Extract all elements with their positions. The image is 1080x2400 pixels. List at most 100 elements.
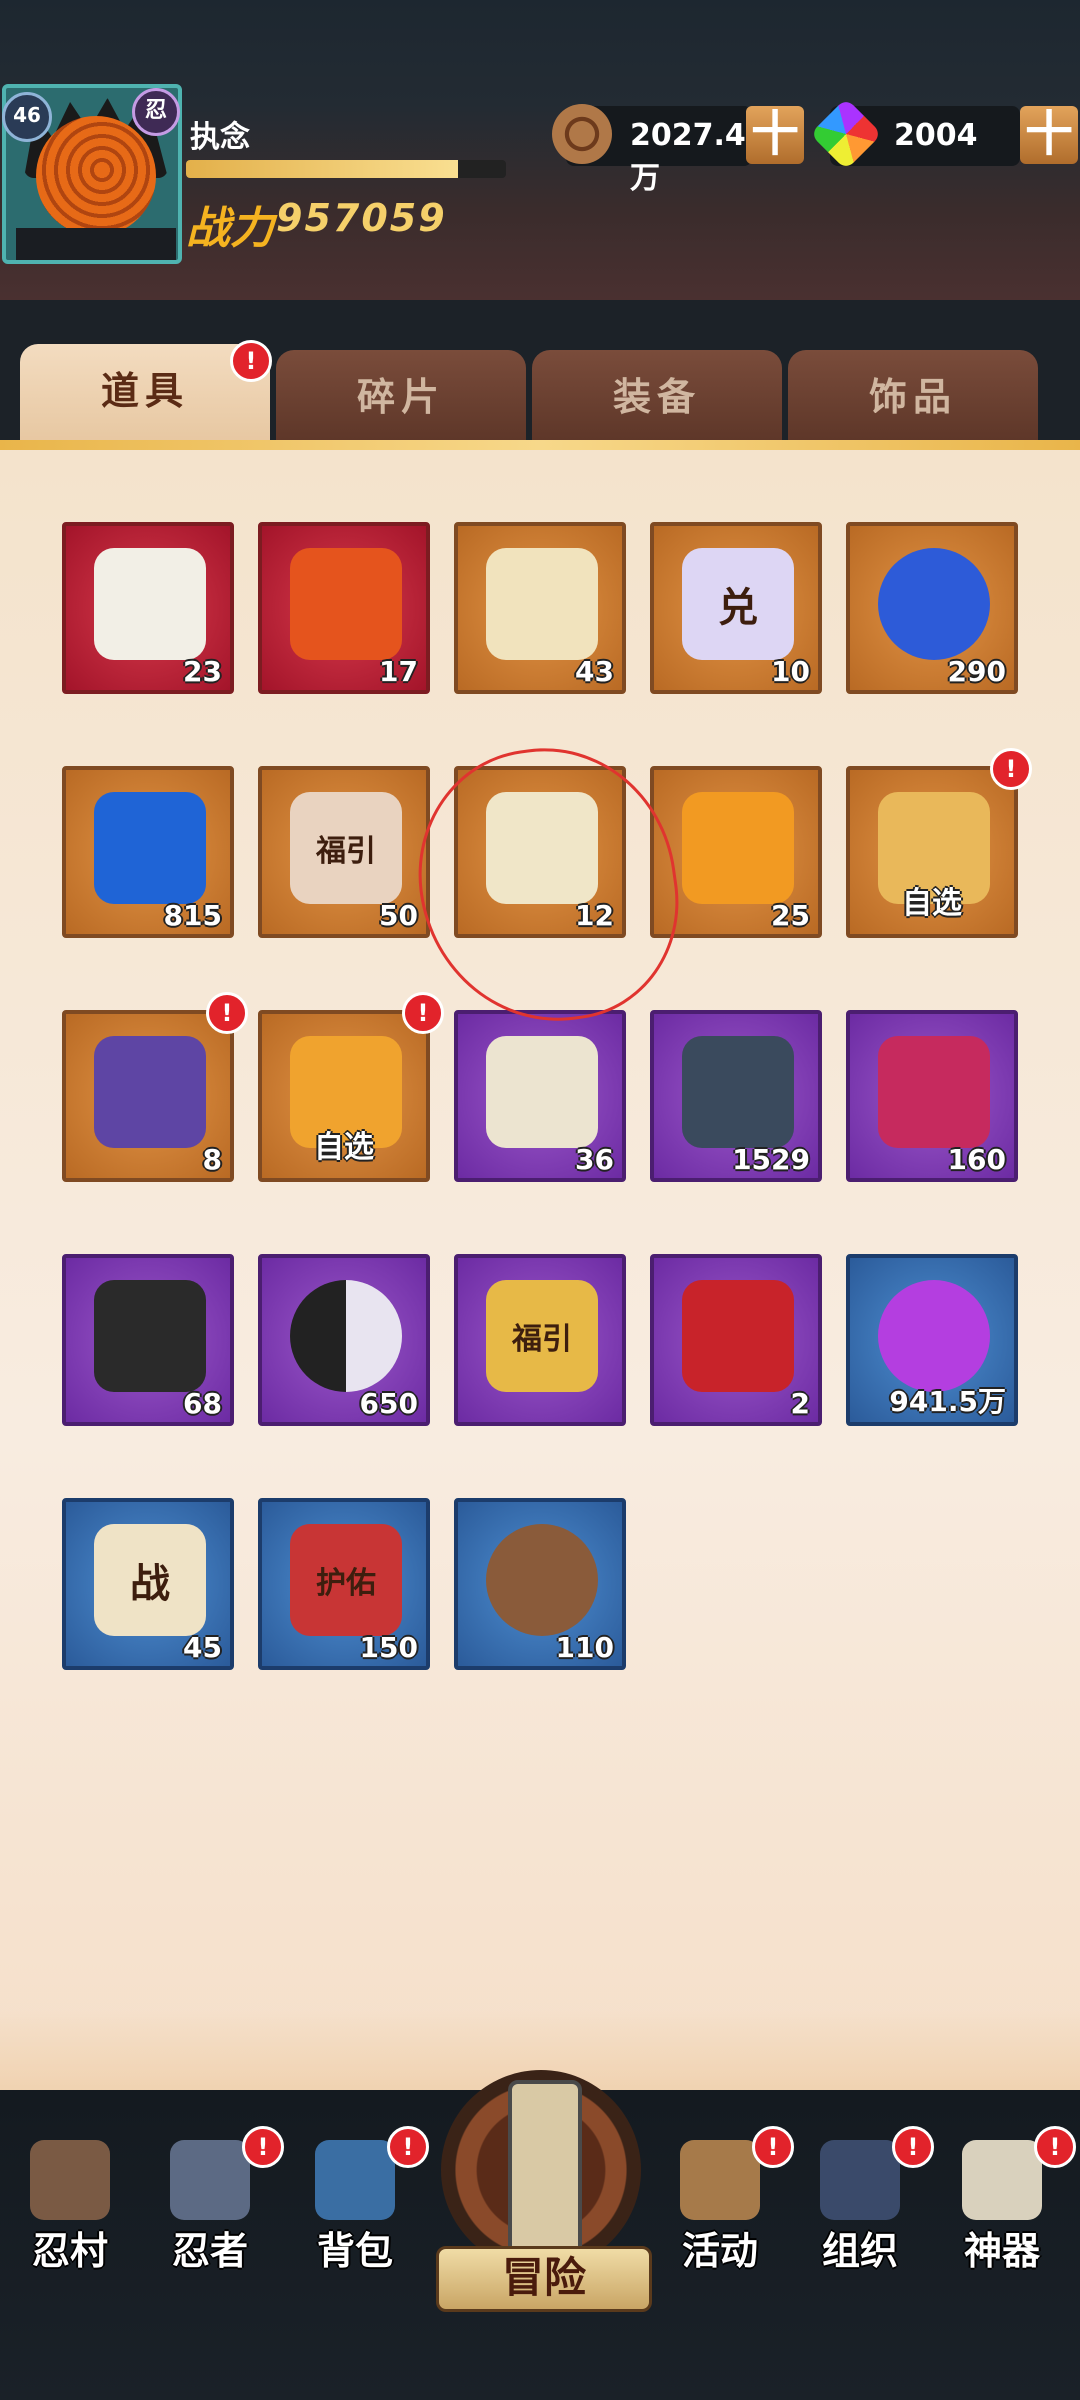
adventure-scroll-icon	[508, 2080, 582, 2258]
item-new-badge: !	[206, 992, 248, 1034]
player-level: 46	[2, 92, 52, 142]
item-count: 160	[947, 1143, 1006, 1176]
inventory-item[interactable]: 68	[62, 1254, 234, 1426]
battle-scroll-icon: 战	[94, 1524, 206, 1636]
item-count: 50	[379, 899, 418, 932]
inventory-item[interactable]: 941.5万	[846, 1254, 1018, 1426]
bronze-coin-icon	[486, 1524, 598, 1636]
amulet-icon: 护佑	[290, 1524, 402, 1636]
item-count: 23	[183, 655, 222, 688]
inventory-item[interactable]: 战 45	[62, 1498, 234, 1670]
nav-label: 忍村	[31, 2229, 108, 2273]
nav-adventure-label: 冒险	[436, 2246, 652, 2312]
power-value: 957059	[276, 196, 447, 240]
item-count: 43	[575, 655, 614, 688]
inventory-item[interactable]: 兑 10	[650, 522, 822, 694]
inventory-item[interactable]: 福引	[454, 1254, 626, 1426]
pink-jar-icon	[878, 1036, 990, 1148]
item-count: 10	[771, 655, 810, 688]
inventory-item[interactable]: 自选	[258, 1010, 430, 1182]
coin-amount: 2027.4万	[630, 118, 746, 196]
avatar-mask	[36, 116, 156, 236]
yin-yang-icon	[290, 1280, 402, 1392]
avatar-body	[16, 228, 176, 260]
ninja-head-icon	[170, 2140, 250, 2220]
inventory-item[interactable]: 43	[454, 522, 626, 694]
nav-badge: !	[752, 2126, 794, 2168]
tab-underline	[0, 440, 1080, 450]
gem-counter: 2004	[809, 97, 1020, 171]
black-ore-icon	[94, 1280, 206, 1392]
item-count: 150	[359, 1631, 418, 1664]
nav-label: 神器	[963, 2229, 1040, 2273]
inventory-item[interactable]: 36	[454, 1010, 626, 1182]
nav-badge: !	[242, 2126, 284, 2168]
upgrade-book-icon	[682, 1036, 794, 1148]
blue-orb-icon	[878, 548, 990, 660]
item-new-badge: !	[402, 992, 444, 1034]
backpack-icon	[315, 2140, 395, 2220]
add-coins-button[interactable]: 十	[746, 106, 804, 164]
exchange-card-icon: 兑	[682, 548, 794, 660]
inventory-item[interactable]: 自选	[846, 766, 1018, 938]
item-count: 650	[359, 1387, 418, 1420]
purple-chest-icon	[94, 1036, 206, 1148]
add-gems-button[interactable]: 十	[1020, 106, 1078, 164]
xp-bar-fill	[186, 160, 458, 178]
coin-icon	[552, 104, 612, 164]
item-count: 290	[947, 655, 1006, 688]
item-count: 2	[790, 1387, 810, 1420]
inventory-item[interactable]: 290	[846, 522, 1018, 694]
amber-gem-icon	[682, 792, 794, 904]
inventory-item[interactable]: 650	[258, 1254, 430, 1426]
inventory-item[interactable]: 160	[846, 1010, 1018, 1182]
tab-accessories[interactable]: 饰品	[788, 350, 1038, 444]
item-select-label: 自选	[902, 886, 962, 921]
item-count: 8	[202, 1143, 222, 1176]
village-gate-icon	[30, 2140, 110, 2220]
blue-scroll-icon	[486, 1036, 598, 1148]
tab-fragments[interactable]: 碎片	[276, 350, 526, 444]
purple-orb-icon	[878, 1280, 990, 1392]
fortune-ticket-gold-icon: 福引	[486, 1280, 598, 1392]
inventory-item[interactable]: 2	[650, 1254, 822, 1426]
nav-item-0[interactable]: 忍村	[10, 2140, 130, 2280]
item-count: 25	[771, 899, 810, 932]
gem-amount: 2004	[894, 118, 978, 153]
team-icon	[820, 2140, 900, 2220]
inventory-item[interactable]: 1529	[650, 1010, 822, 1182]
item-count: 68	[183, 1387, 222, 1420]
blue-moon-icon	[94, 792, 206, 904]
medkit-icon	[682, 1280, 794, 1392]
tab-equipment[interactable]: 装备	[532, 350, 782, 444]
inventory-item[interactable]: 110	[454, 1498, 626, 1670]
gold-scroll-icon	[486, 548, 598, 660]
nav-label: 背包	[316, 2229, 393, 2273]
nav-label: 组织	[821, 2229, 898, 2273]
scroll-bundle-icon	[94, 548, 206, 660]
drum-icon	[680, 2140, 760, 2220]
item-count: 1529	[732, 1143, 810, 1176]
inventory-item[interactable]: 护佑 150	[258, 1498, 430, 1670]
fortune-ticket-icon: 福引	[290, 792, 402, 904]
nav-adventure[interactable]: 冒险	[436, 2070, 652, 2312]
nav-badge: !	[892, 2126, 934, 2168]
nav-badge: !	[387, 2126, 429, 2168]
tab-items-badge: !	[230, 340, 272, 382]
inventory-item[interactable]: 23	[62, 522, 234, 694]
coin-counter: 2027.4万	[552, 104, 752, 196]
item-count: 815	[163, 899, 222, 932]
inventory-item[interactable]: 815	[62, 766, 234, 938]
inventory-item[interactable]: 8	[62, 1010, 234, 1182]
nav-badge: !	[1034, 2126, 1076, 2168]
player-name: 执念	[190, 120, 250, 155]
item-count: 45	[183, 1631, 222, 1664]
power-label: 战力	[186, 203, 274, 254]
flame-feather-icon	[290, 548, 402, 660]
inventory-item[interactable]: 福引 50	[258, 766, 430, 938]
item-new-badge: !	[990, 748, 1032, 790]
category-tabs: 道具 碎片 装备 饰品	[0, 340, 1080, 450]
combat-power: 战力 957059	[186, 190, 445, 254]
xp-bar	[186, 160, 506, 178]
inventory-item[interactable]: 17	[258, 522, 430, 694]
